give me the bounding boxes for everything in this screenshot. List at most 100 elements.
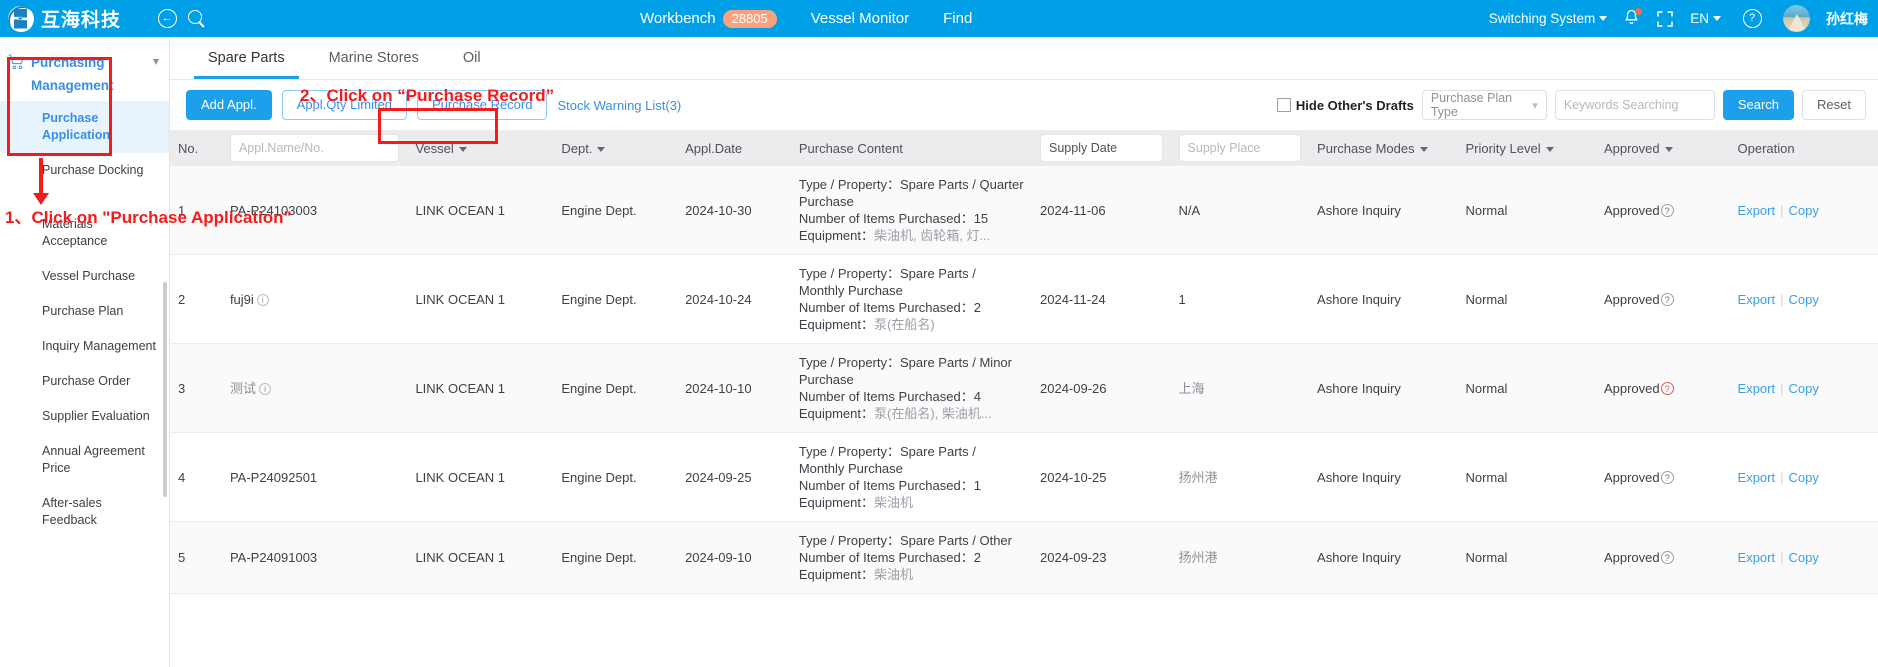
cell-appl-name: fuj9i i	[221, 254, 408, 344]
question-mark-icon[interactable]: ?	[1660, 381, 1674, 395]
export-link[interactable]: Export	[1738, 292, 1776, 307]
sidebar-item-supplier-evaluation[interactable]: Supplier Evaluation	[0, 399, 169, 434]
hide-others-drafts-checkbox[interactable]: Hide Other's Drafts	[1276, 98, 1414, 113]
supply-place-filter-placeholder: Supply Place	[1187, 141, 1261, 155]
col-header-approved[interactable]: Approved	[1595, 130, 1730, 166]
cell-purchase-modes: Ashore Inquiry	[1309, 254, 1458, 344]
appl-name-filter-input[interactable]: Appl.Name/No.	[229, 134, 400, 162]
col-header-dept-label: Dept.	[561, 140, 593, 156]
sidebar-item-inquiry-management[interactable]: Inquiry Management	[0, 329, 169, 364]
col-header-vessel[interactable]: Vessel	[407, 130, 554, 166]
question-mark-icon[interactable]: ?	[1660, 470, 1674, 484]
sidebar-item-materials-acceptance[interactable]: Materials Acceptance ›	[0, 188, 169, 259]
sidebar-item-purchase-order[interactable]: Purchase Order	[0, 364, 169, 399]
cell-appl-date: 2024-10-10	[677, 343, 791, 433]
copy-link[interactable]: Copy	[1789, 203, 1819, 218]
col-header-operation: Operation	[1729, 130, 1878, 166]
question-mark-icon[interactable]: ?	[1660, 551, 1674, 564]
info-icon[interactable]: i	[256, 293, 269, 306]
brand-name: 互海科技	[41, 10, 122, 31]
appl-qty-limited-button[interactable]: Appl.Qty Limited	[281, 90, 408, 120]
col-header-dept[interactable]: Dept.	[553, 130, 678, 166]
sidebar-scrollbar[interactable]	[163, 282, 167, 497]
col-header-priority-level[interactable]: Priority Level	[1457, 130, 1596, 166]
chevron-down-icon	[1599, 16, 1608, 21]
approved-value: Approved	[1603, 550, 1660, 565]
tab-oil[interactable]: Oil	[441, 37, 503, 79]
keywords-search-placeholder: Keywords Searching	[1563, 98, 1679, 112]
sidebar-group-label: Purchasing Management	[31, 51, 147, 97]
table-row[interactable]: 2 fuj9i i LINK OCEAN 1 Engine Dept. 2024-10-2…	[170, 254, 1878, 344]
table-row[interactable]: 4 PA-P24092501 LINK OCEAN 1 Engine Dept. 202…	[170, 432, 1878, 522]
info-icon[interactable]: i	[258, 382, 271, 395]
chevron-down-icon[interactable]: ▾	[153, 54, 159, 68]
question-mark-icon[interactable]: ?	[1660, 203, 1674, 217]
purchase-modes-value: Ashore Inquiry	[1317, 550, 1401, 565]
cell-purchase-modes: Ashore Inquiry	[1309, 343, 1458, 433]
avatar[interactable]	[1783, 5, 1810, 32]
priority-value: Normal	[1465, 202, 1508, 218]
search-icon[interactable]	[182, 4, 212, 34]
sidebar-item-purchase-application[interactable]: Purchase Application	[0, 101, 169, 153]
cell-purchase-modes: Ashore Inquiry	[1309, 432, 1458, 522]
supply-place-filter-input[interactable]: Supply Place	[1178, 134, 1302, 162]
cell-no: 5	[170, 521, 222, 594]
copy-link[interactable]: Copy	[1789, 292, 1819, 307]
col-header-purchase-modes[interactable]: Purchase Modes	[1309, 130, 1458, 166]
checkbox-box-icon[interactable]	[1276, 98, 1291, 112]
vessel-value: LINK OCEAN 1	[415, 202, 506, 218]
row-no: 2	[178, 291, 186, 307]
appl-date-value: 2024-09-10	[685, 550, 752, 565]
appl-name-filter-placeholder: Appl.Name/No.	[238, 141, 324, 155]
export-link[interactable]: Export	[1738, 203, 1776, 218]
fullscreen-expand-icon[interactable]	[1656, 10, 1674, 28]
purchase-plan-type-select[interactable]: Purchase Plan Type ▾	[1421, 90, 1547, 120]
cell-priority: Normal	[1457, 254, 1596, 344]
tab-bar: Spare Parts Marine Stores Oil	[170, 37, 1878, 80]
row-no: 3	[178, 380, 186, 396]
help-icon[interactable]: ?	[1737, 4, 1767, 34]
tab-spare-parts[interactable]: Spare Parts	[186, 37, 307, 79]
sidebar-item-purchase-docking[interactable]: Purchase Docking	[0, 153, 169, 188]
supply-date-value: 2024-09-26	[1040, 380, 1107, 396]
tab-marine-stores[interactable]: Marine Stores	[307, 37, 441, 79]
table-row[interactable]: 3 测试 i LINK OCEAN 1 Engine Dept. 2024-10-10 Ty…	[170, 343, 1878, 433]
export-link[interactable]: Export	[1738, 550, 1776, 565]
supply-date-value: 2024-11-06	[1040, 202, 1106, 218]
switching-system-button[interactable]: Switching System	[1489, 11, 1608, 26]
appl-name-value: PA-P24091003	[229, 550, 318, 565]
cell-supply-date: 2024-09-23	[1032, 521, 1171, 594]
export-link[interactable]: Export	[1738, 470, 1776, 485]
sidebar-item-label: Purchase Plan	[42, 304, 124, 318]
sidebar-item-annual-agreement-price[interactable]: Annual Agreement Price	[0, 434, 169, 486]
table-row[interactable]: 5 PA-P24091003 LINK OCEAN 1 Engine Dept. 202…	[170, 521, 1878, 594]
language-selector[interactable]: EN	[1690, 11, 1721, 26]
copy-link[interactable]: Copy	[1789, 381, 1819, 396]
back-arrow-icon[interactable]: ←	[152, 4, 182, 34]
sidebar-item-after-sales-feedback[interactable]: After-sales Feedback	[0, 486, 169, 538]
sidebar-group-purchasing-management[interactable]: Purchasing Management ▾	[0, 37, 169, 101]
export-link[interactable]: Export	[1738, 381, 1776, 396]
notification-bell-icon[interactable]	[1623, 8, 1643, 28]
dept-value: Engine Dept.	[561, 380, 637, 396]
cell-dept: Engine Dept.	[553, 254, 678, 344]
add-appl-button[interactable]: Add Appl.	[186, 90, 272, 120]
keywords-search-input[interactable]: Keywords Searching	[1554, 90, 1715, 120]
copy-link[interactable]: Copy	[1789, 550, 1819, 565]
sidebar-item-purchase-plan[interactable]: Purchase Plan	[0, 294, 169, 329]
reset-button[interactable]: Reset	[1802, 90, 1866, 120]
nav-item-find[interactable]: Find	[943, 10, 972, 27]
nav-item-workbench[interactable]: Workbench 28805	[640, 9, 777, 28]
supply-date-filter-input[interactable]: Supply Date	[1040, 134, 1163, 162]
nav-item-vessel-monitor[interactable]: Vessel Monitor	[811, 10, 909, 27]
cell-approved: Approved?	[1595, 432, 1730, 522]
brand-logo[interactable]: 互海科技	[0, 5, 152, 32]
table-row[interactable]: 1 PA-P24103003 LINK OCEAN 1 Engine Dept. 202…	[170, 166, 1878, 255]
purchase-record-button[interactable]: Purchase Record	[417, 90, 548, 120]
sidebar-item-vessel-purchase[interactable]: Vessel Purchase	[0, 259, 169, 294]
sidebar-item-label: Supplier Evaluation	[42, 409, 150, 423]
stock-warning-list-link[interactable]: Stock Warning List(3)	[557, 98, 681, 113]
question-mark-icon[interactable]: ?	[1660, 292, 1674, 306]
copy-link[interactable]: Copy	[1789, 470, 1819, 485]
search-button[interactable]: Search	[1722, 90, 1795, 120]
